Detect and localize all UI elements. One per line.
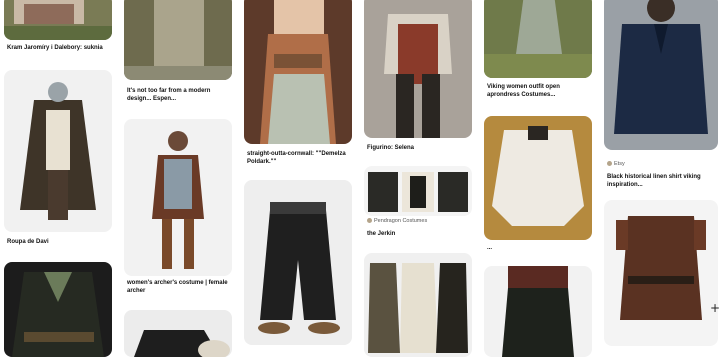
pin-photo xyxy=(604,200,718,346)
pin-image[interactable] xyxy=(364,166,472,216)
pin-image[interactable] xyxy=(364,253,472,357)
pin-photo xyxy=(604,0,718,150)
pin-photo xyxy=(364,0,472,138)
pin-photo xyxy=(4,262,112,357)
add-icon[interactable]: + xyxy=(710,301,720,315)
source-avatar-icon xyxy=(607,161,612,167)
pin-caption[interactable]: ... xyxy=(487,244,591,252)
pin-image[interactable] xyxy=(364,0,472,138)
pin-image[interactable] xyxy=(4,70,112,232)
pin-caption[interactable]: Roupa de Davi xyxy=(7,238,113,246)
pin-photo xyxy=(4,70,112,232)
pin-photo xyxy=(484,266,592,357)
pin-image[interactable] xyxy=(484,0,592,78)
pin-photo xyxy=(4,0,112,40)
pin-image[interactable] xyxy=(244,0,352,144)
pin-photo xyxy=(244,180,352,345)
pin-image[interactable] xyxy=(484,266,592,357)
pin-photo xyxy=(364,166,472,216)
pin-caption[interactable]: Kram Jaromíry i Dalebory: suknia xyxy=(7,44,113,52)
pin-photo xyxy=(484,0,592,78)
pin-caption[interactable]: Viking women outfit open aprondress Cost… xyxy=(487,83,591,99)
pin-caption[interactable]: straight-outta-cornwall: ""Demelza Polda… xyxy=(247,150,351,166)
pin-source[interactable]: Pendragon Costumes xyxy=(367,218,471,225)
pin-image[interactable] xyxy=(124,0,232,80)
pin-caption[interactable]: Black historical linen shirt viking insp… xyxy=(607,173,715,189)
source-avatar-icon xyxy=(367,218,372,224)
pin-caption[interactable]: women's archer's costume | female archer xyxy=(127,279,231,295)
pin-photo xyxy=(124,310,232,357)
pin-source[interactable]: Etsy xyxy=(607,161,715,168)
pin-image[interactable] xyxy=(4,262,112,357)
pin-photo xyxy=(244,0,352,144)
pin-photo xyxy=(364,253,472,357)
pin-photo xyxy=(124,119,232,276)
pin-image[interactable] xyxy=(484,116,592,240)
pin-caption[interactable]: the Jerkin xyxy=(367,230,471,238)
pin-image[interactable] xyxy=(124,310,232,357)
pin-image[interactable] xyxy=(604,0,718,150)
pin-caption[interactable]: Figurino: Selena xyxy=(367,144,471,152)
pin-image[interactable] xyxy=(4,0,112,40)
pin-image[interactable] xyxy=(124,119,232,276)
pin-photo xyxy=(484,116,592,240)
pin-image[interactable] xyxy=(244,180,352,345)
pin-photo xyxy=(124,0,232,80)
pin-image[interactable] xyxy=(604,200,718,346)
pin-caption[interactable]: It's not too far from a modern design...… xyxy=(127,87,231,103)
